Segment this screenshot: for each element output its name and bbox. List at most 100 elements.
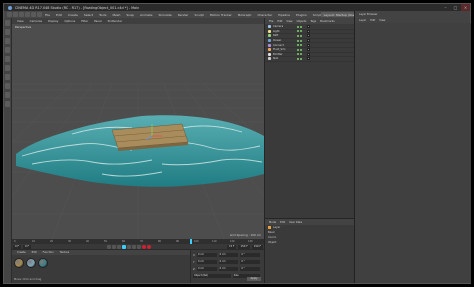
viewport-menu-display[interactable]: Display	[45, 19, 61, 23]
workplane-icon[interactable]	[5, 38, 10, 44]
obj-menu-bookmarks[interactable]: Bookmarks	[318, 20, 337, 23]
prev-key-icon[interactable]	[111, 244, 116, 249]
tag-icons[interactable]	[307, 48, 311, 52]
visibility-dots[interactable]	[297, 44, 303, 47]
autokey-icon[interactable]	[146, 244, 151, 249]
attr-menu-userdata[interactable]: User Data	[287, 221, 304, 224]
menu-snap[interactable]: Snap	[123, 13, 137, 17]
menu-create[interactable]: Create	[65, 13, 81, 17]
viewport-menu-cameras[interactable]: Cameras	[27, 19, 45, 23]
points-mode-icon[interactable]	[5, 47, 10, 53]
mat-menu-create[interactable]: Create	[14, 251, 29, 254]
viewport-menu-prorender[interactable]: ProRender	[105, 19, 125, 23]
layer-menu-edit[interactable]: Edit	[368, 19, 377, 22]
close-button[interactable]: ×	[461, 4, 470, 11]
menu-tools[interactable]: Tools	[96, 13, 109, 17]
visibility-dots[interactable]	[297, 57, 303, 60]
tag-icons[interactable]	[307, 34, 311, 38]
texture-mode-icon[interactable]	[5, 29, 10, 35]
size-z-field[interactable]: 0 cm	[218, 267, 239, 271]
obj-menu-edit[interactable]: Edit	[275, 20, 284, 23]
visibility-dots[interactable]	[297, 53, 303, 56]
tag-icons[interactable]	[307, 57, 311, 61]
preview-end-field[interactable]: 150 F	[251, 244, 263, 249]
rotation-b-field[interactable]: 0 °	[240, 267, 261, 271]
mat-menu-edit[interactable]: Edit	[29, 251, 40, 254]
menu-animate[interactable]: Animate	[137, 13, 156, 17]
menu-mesh[interactable]: Mesh	[109, 13, 123, 17]
visibility-dots[interactable]	[297, 48, 303, 51]
play-icon[interactable]	[121, 244, 126, 249]
menu-character[interactable]: Character	[254, 13, 275, 17]
start-frame-field[interactable]: 0 F	[22, 244, 31, 249]
size-y-field[interactable]: 0 cm	[218, 260, 239, 264]
tag-icons[interactable]	[307, 25, 311, 29]
polygons-mode-icon[interactable]	[5, 65, 10, 71]
tag-icons[interactable]	[307, 52, 311, 56]
layer-list-area[interactable]	[355, 23, 471, 283]
undo-icon[interactable]	[6, 12, 12, 17]
tag-icons[interactable]	[307, 29, 311, 33]
menu-mograph[interactable]: MoGraph	[235, 13, 255, 17]
position-z-field[interactable]: 0 cm	[197, 267, 217, 271]
maximize-button[interactable]: □	[451, 4, 460, 11]
position-y-field[interactable]: 0 cm	[197, 260, 217, 264]
tag-icons[interactable]	[307, 39, 311, 43]
viewport-menu-options[interactable]: Options	[61, 19, 78, 23]
attr-menu-edit[interactable]: Edit	[278, 221, 287, 224]
axis-mode-icon[interactable]	[5, 74, 10, 80]
visibility-dots[interactable]	[297, 39, 303, 42]
tag-icons[interactable]	[307, 43, 311, 47]
current-frame-field[interactable]: 0 F	[13, 244, 21, 249]
visibility-dots[interactable]	[297, 25, 303, 28]
viewport-menu-view[interactable]: View	[14, 19, 27, 23]
menu-edit[interactable]: Edit	[53, 13, 65, 17]
menu-simulate[interactable]: Simulate	[156, 13, 175, 17]
select-icon[interactable]	[18, 12, 24, 17]
obj-menu-view[interactable]: View	[284, 20, 294, 23]
material-swatch[interactable]	[26, 258, 36, 268]
size-x-field[interactable]: 0 cm	[218, 253, 239, 257]
menu-motion-tracker[interactable]: Motion Tracker	[207, 13, 235, 17]
attribute-row[interactable]: Object	[265, 240, 354, 245]
material-swatch[interactable]	[38, 258, 48, 268]
viewport-menu-panel[interactable]: Panel	[91, 19, 105, 23]
obj-menu-objects[interactable]: Objects	[295, 20, 309, 23]
visibility-dots[interactable]	[297, 30, 303, 33]
goto-start-icon[interactable]	[106, 244, 111, 249]
end-frame-field[interactable]: 150 F	[238, 244, 250, 249]
prev-frame-icon[interactable]	[116, 244, 121, 249]
model-mode-icon[interactable]	[5, 20, 10, 26]
mat-menu-texture[interactable]: Texture	[57, 251, 73, 254]
scale-icon[interactable]	[30, 12, 36, 17]
mat-menu-function[interactable]: Function	[40, 251, 57, 254]
lock-workplane-icon[interactable]	[5, 101, 10, 107]
menu-pipeline[interactable]: Pipeline	[275, 13, 293, 17]
obj-menu-tags[interactable]: Tags	[308, 20, 318, 23]
minimize-button[interactable]: –	[441, 4, 450, 11]
scene-render[interactable]	[12, 24, 264, 239]
menu-select[interactable]: Select	[81, 13, 96, 17]
snap-icon[interactable]	[5, 92, 10, 98]
rotation-h-field[interactable]: 0 °	[240, 253, 261, 257]
goto-end-icon[interactable]	[136, 244, 141, 249]
menu-render[interactable]: Render	[175, 13, 192, 17]
next-frame-icon[interactable]	[126, 244, 131, 249]
rotation-p-field[interactable]: 0 °	[240, 260, 261, 264]
menu-plugins[interactable]: Plugins	[293, 13, 310, 17]
object-row[interactable]: Null	[265, 57, 354, 62]
attr-menu-mode[interactable]: Mode	[267, 221, 278, 224]
3d-viewport[interactable]: View Cameras Display Options Filter Pane…	[12, 18, 264, 239]
rotate-icon[interactable]	[36, 12, 42, 17]
menu-file[interactable]: File	[42, 13, 53, 17]
position-x-field[interactable]: 0 cm	[197, 253, 217, 257]
redo-icon[interactable]	[12, 12, 18, 17]
material-swatch[interactable]	[14, 258, 24, 268]
visibility-dots[interactable]	[297, 34, 303, 37]
layer-menu-layer[interactable]: Layer	[357, 19, 368, 22]
coordinate-mode-dropdown[interactable]: Object (Rel)	[193, 274, 231, 278]
menu-sculpt[interactable]: Sculpt	[191, 13, 206, 17]
edges-mode-icon[interactable]	[5, 56, 10, 62]
tweak-mode-icon[interactable]	[5, 83, 10, 89]
timeline[interactable]: 0 10 20 30 40 50 60 70 80 90 100 110 120…	[12, 239, 264, 249]
